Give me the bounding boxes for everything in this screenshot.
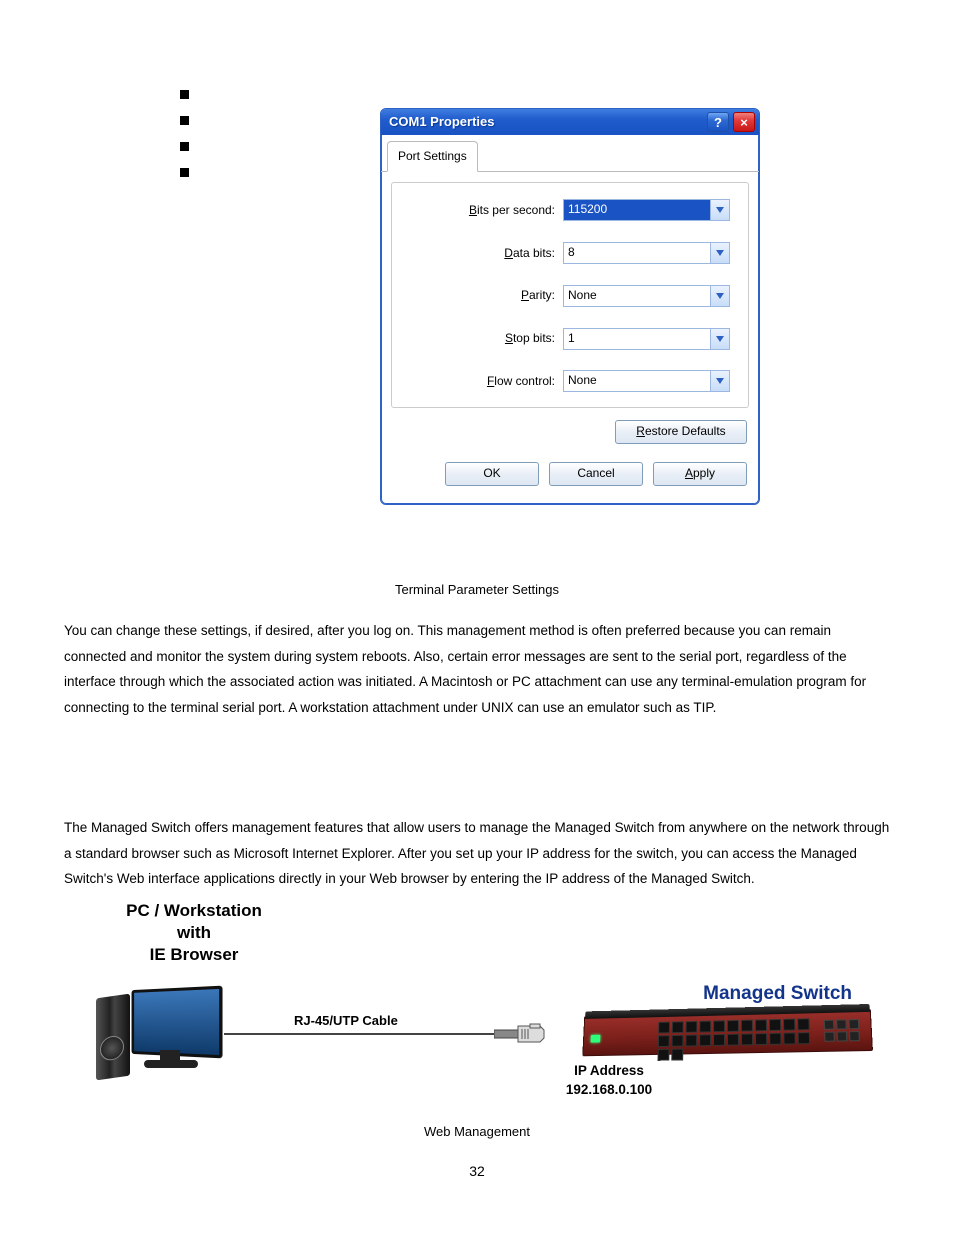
- chevron-down-icon: [710, 243, 729, 263]
- page-number: 32: [0, 1158, 954, 1185]
- body-paragraph-2: The Managed Switch offers management fea…: [64, 815, 894, 892]
- managed-switch-icon: [582, 1009, 873, 1056]
- figure-caption-web: Web Management: [0, 1120, 954, 1145]
- databits-select[interactable]: 8: [563, 242, 730, 264]
- parity-label: Parity:: [521, 284, 555, 307]
- bps-label: Bits per second:: [469, 199, 555, 222]
- dialog-title: COM1 Properties: [389, 110, 703, 135]
- stopbits-select[interactable]: 1: [563, 328, 730, 350]
- restore-defaults-button[interactable]: Restore Defaults: [615, 420, 747, 444]
- chevron-down-icon: [710, 286, 729, 306]
- cancel-button[interactable]: Cancel: [549, 462, 643, 486]
- parity-value: None: [564, 286, 710, 306]
- flowcontrol-label: Flow control:: [487, 370, 555, 393]
- bullet-item: [180, 116, 189, 125]
- flowcontrol-value: None: [564, 371, 710, 391]
- bps-value: 115200: [564, 200, 710, 220]
- apply-button[interactable]: Apply: [653, 462, 747, 486]
- stopbits-label: Stop bits:: [505, 327, 555, 350]
- cable-label: RJ-45/UTP Cable: [294, 1009, 398, 1034]
- databits-label: Data bits:: [504, 242, 555, 265]
- figure-caption-terminal: Terminal Parameter Settings: [0, 578, 954, 603]
- body-paragraph-1: You can change these settings, if desire…: [64, 618, 894, 721]
- tab-port-settings[interactable]: Port Settings: [387, 141, 478, 172]
- com-properties-dialog: COM1 Properties ? × Port Settings Bits p…: [380, 108, 760, 505]
- parity-select[interactable]: None: [563, 285, 730, 307]
- help-icon: ?: [714, 116, 722, 129]
- bps-select[interactable]: 115200: [563, 199, 730, 221]
- chevron-down-icon: [710, 371, 729, 391]
- cable-icon: [224, 1033, 534, 1035]
- flowcontrol-select[interactable]: None: [563, 370, 730, 392]
- bullet-item: [180, 90, 189, 99]
- close-icon: ×: [740, 116, 748, 129]
- dialog-titlebar[interactable]: COM1 Properties ? ×: [381, 109, 759, 135]
- databits-value: 8: [564, 243, 710, 263]
- chevron-down-icon: [710, 329, 729, 349]
- pc-workstation-label: PC / Workstation with IE Browser: [94, 900, 294, 966]
- ip-address-label: IP Address 192.168.0.100: [544, 1062, 674, 1100]
- bullet-item: [180, 168, 189, 177]
- close-button[interactable]: ×: [733, 112, 755, 132]
- bullet-item: [180, 142, 189, 151]
- network-diagram-figure: PC / Workstation with IE Browser Managed…: [94, 906, 872, 1100]
- help-button[interactable]: ?: [707, 112, 729, 132]
- rj45-plug-icon: [494, 1022, 546, 1046]
- stopbits-value: 1: [564, 329, 710, 349]
- bullet-list: [180, 90, 189, 194]
- ok-button[interactable]: OK: [445, 462, 539, 486]
- chevron-down-icon: [710, 200, 729, 220]
